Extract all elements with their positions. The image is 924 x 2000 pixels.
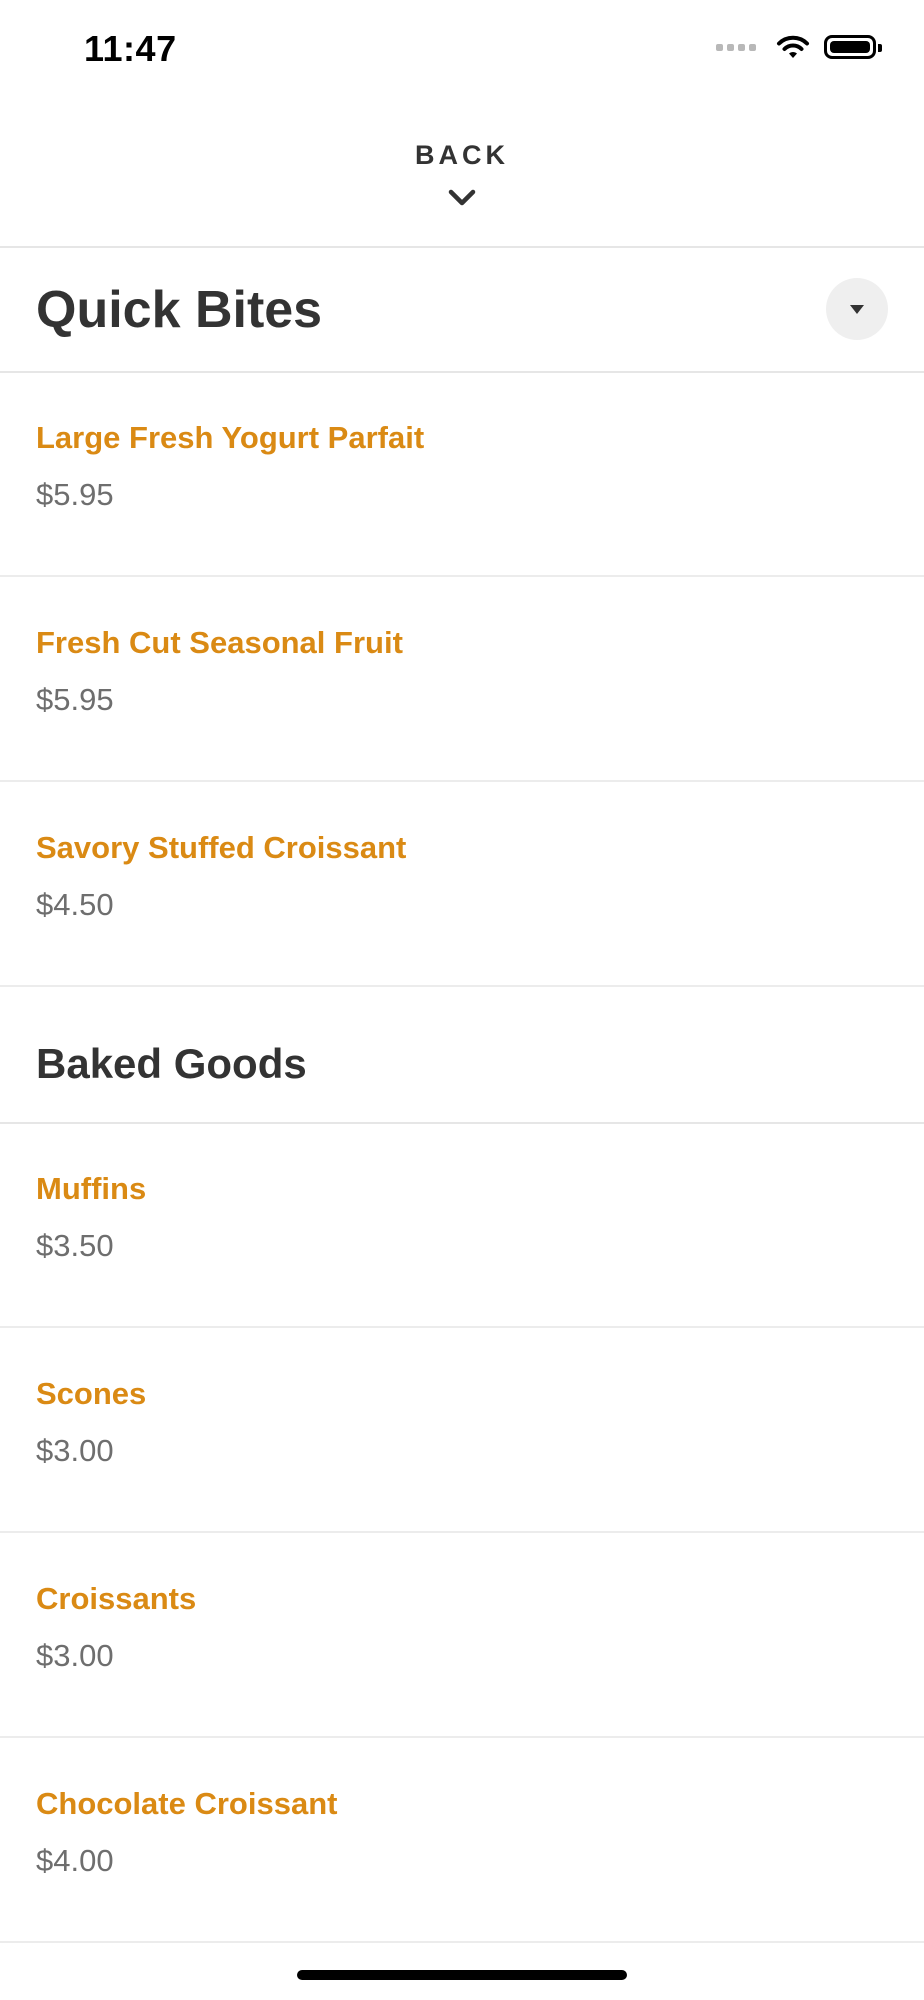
- status-bar: 11:47: [0, 0, 924, 100]
- back-button[interactable]: BACK: [0, 100, 924, 246]
- item-name: Savory Stuffed Croissant: [36, 830, 407, 865]
- item-name: Chocolate Croissant: [36, 1786, 338, 1821]
- collapse-button[interactable]: [826, 278, 888, 340]
- status-icons: [716, 34, 882, 60]
- status-time: 11:47: [84, 28, 177, 69]
- signal-icon: [716, 43, 756, 51]
- divider: [0, 1326, 924, 1328]
- menu-item[interactable]: Savory Stuffed Croissant $4.50: [0, 783, 924, 987]
- menu-item[interactable]: Large Fresh Yogurt Parfait $5.95: [0, 373, 924, 577]
- home-indicator[interactable]: [297, 1970, 627, 1980]
- item-name: Muffins: [36, 1171, 147, 1206]
- divider: [0, 780, 924, 782]
- menu-item[interactable]: Muffins $3.50: [0, 1124, 924, 1328]
- divider: [0, 1941, 924, 1943]
- menu-item[interactable]: Chocolate Croissant $4.00: [0, 1739, 924, 1943]
- back-label: BACK: [415, 140, 509, 170]
- item-price: $5.95: [36, 682, 114, 717]
- caret-down-icon: [850, 304, 864, 314]
- item-name: Scones: [36, 1376, 147, 1411]
- item-price: $4.50: [36, 887, 114, 922]
- section-title: Quick Bites: [36, 281, 323, 339]
- item-price: $5.95: [36, 477, 114, 512]
- item-name: Large Fresh Yogurt Parfait: [36, 420, 425, 455]
- divider: [0, 985, 924, 987]
- divider: [0, 1736, 924, 1738]
- item-name: Fresh Cut Seasonal Fruit: [36, 625, 403, 660]
- item-price: $3.00: [36, 1638, 114, 1673]
- section-header-quick-bites: Quick Bites: [0, 248, 924, 372]
- item-name: Croissants: [36, 1581, 197, 1616]
- divider: [0, 575, 924, 577]
- menu-item[interactable]: Croissants $3.00: [0, 1534, 924, 1738]
- section-header-baked-goods: Baked Goods: [0, 988, 924, 1124]
- menu-item[interactable]: Fresh Cut Seasonal Fruit $5.95: [0, 578, 924, 782]
- divider: [0, 1531, 924, 1533]
- chevron-down-icon: [448, 189, 476, 206]
- item-price: $3.50: [36, 1228, 114, 1263]
- menu-item[interactable]: Scones $3.00: [0, 1329, 924, 1533]
- battery-icon: [824, 35, 882, 59]
- section-title: Baked Goods: [36, 1040, 307, 1087]
- item-price: $4.00: [36, 1843, 114, 1878]
- wifi-icon: [777, 35, 809, 58]
- item-price: $3.00: [36, 1433, 114, 1468]
